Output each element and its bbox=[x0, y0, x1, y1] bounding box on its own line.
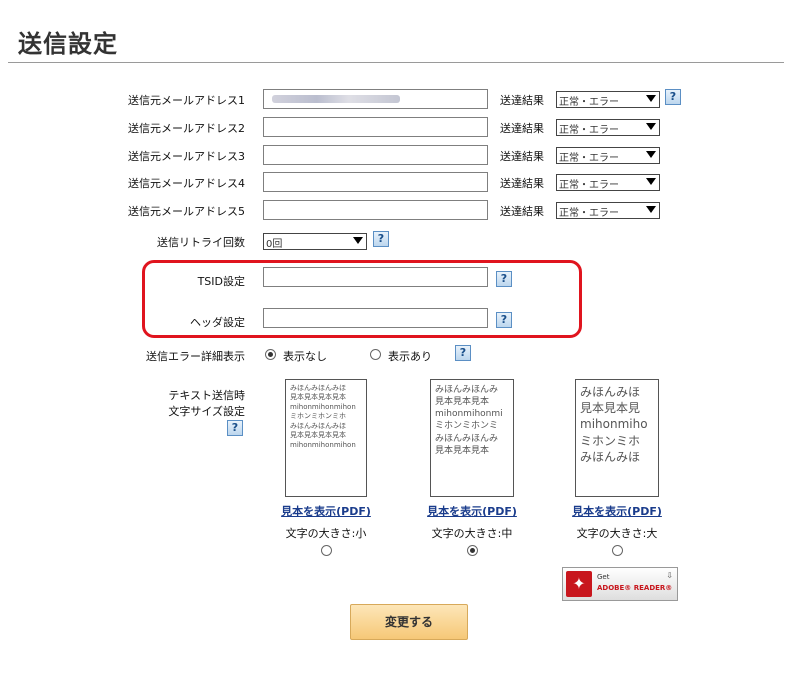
delivery-result-select[interactable]: 正常・エラー bbox=[556, 174, 660, 191]
page-title: 送信設定 bbox=[18, 30, 118, 58]
sample-text-line: mihonmihonmihon bbox=[290, 402, 356, 411]
text-size-sample-preview: みほんみほんみほ 見本見本見本見本 mihonmihonmihon ミホンミホンミホみ… bbox=[285, 379, 367, 497]
delivery-result-value: 正常・エラー bbox=[559, 97, 619, 108]
retry-select-value: 0回 bbox=[266, 239, 283, 250]
adobe-reader-text: ADOBE® READER® bbox=[597, 584, 673, 592]
sender-address-input[interactable] bbox=[263, 200, 488, 220]
text-size-radio[interactable] bbox=[321, 545, 332, 556]
help-icon[interactable]: ? bbox=[496, 312, 512, 328]
retry-select[interactable]: 0回 bbox=[263, 233, 367, 250]
sample-text-line: mihonmihonmi bbox=[435, 409, 503, 420]
delivery-result-label: 送達結果 bbox=[500, 177, 544, 190]
sender-address-input[interactable] bbox=[263, 89, 488, 109]
text-size-label-line2: 文字サイズ設定 bbox=[168, 405, 245, 418]
title-divider bbox=[8, 62, 784, 63]
delivery-result-select[interactable]: 正常・エラー bbox=[556, 91, 660, 108]
sample-text-line: 見本見本見本 bbox=[435, 397, 490, 408]
sender-address-label: 送信元メールアドレス5 bbox=[128, 205, 245, 218]
delivery-result-label: 送達結果 bbox=[500, 94, 544, 107]
adobe-get-text: Get bbox=[597, 573, 610, 581]
text-size-label-line1: テキスト送信時 bbox=[168, 389, 245, 402]
sample-text-line: みほんみほんみ bbox=[435, 385, 499, 395]
help-icon[interactable]: ? bbox=[373, 231, 389, 247]
sample-text-line: mihonmiho bbox=[580, 417, 648, 432]
header-label: ヘッダ設定 bbox=[190, 316, 245, 329]
sample-text-line: みほんみほ bbox=[580, 385, 641, 399]
header-input[interactable] bbox=[263, 308, 488, 328]
sample-text-line: ミホンミホンミ bbox=[435, 421, 499, 432]
sample-text-line: みほんみほ bbox=[580, 449, 641, 464]
error-detail-label: 送信エラー詳細表示 bbox=[146, 350, 245, 363]
show-sample-pdf-link[interactable]: 見本を表示(PDF) bbox=[266, 503, 386, 519]
delivery-result-label: 送達結果 bbox=[500, 122, 544, 135]
sender-address-input[interactable] bbox=[263, 117, 488, 137]
sample-text-line: みほんみほんみほ bbox=[290, 421, 346, 430]
redacted-value bbox=[272, 95, 400, 103]
delivery-result-select[interactable]: 正常・エラー bbox=[556, 147, 660, 164]
sender-address-label: 送信元メールアドレス3 bbox=[128, 150, 245, 163]
sample-text-line: 見本見本見本見本 bbox=[290, 393, 346, 402]
sender-address-label: 送信元メールアドレス1 bbox=[128, 94, 245, 107]
delivery-result-value: 正常・エラー bbox=[559, 208, 619, 219]
sender-address-input[interactable] bbox=[263, 145, 488, 165]
chevron-down-icon bbox=[646, 151, 656, 158]
chevron-down-icon bbox=[646, 123, 656, 130]
delivery-result-label: 送達結果 bbox=[500, 150, 544, 163]
sample-text-line: 見本見本見本 bbox=[435, 445, 490, 456]
download-arrow-icon: ⇩ bbox=[666, 571, 673, 580]
delivery-result-select[interactable]: 正常・エラー bbox=[556, 119, 660, 136]
show-sample-pdf-link[interactable]: 見本を表示(PDF) bbox=[557, 503, 677, 519]
text-size-caption: 文字の大きさ:大 bbox=[576, 527, 658, 540]
sample-text-line: 見本見本見本見本 bbox=[290, 431, 346, 440]
delivery-result-value: 正常・エラー bbox=[559, 180, 619, 191]
error-detail-option-hide: 表示なし bbox=[283, 350, 327, 363]
sender-address-input[interactable] bbox=[263, 172, 488, 192]
text-size-sample-preview: みほんみほんみ 見本見本見本 mihonmihonmi ミホンミホンミ みほんみほんみ見… bbox=[430, 379, 514, 497]
error-detail-option-show: 表示あり bbox=[388, 350, 432, 363]
chevron-down-icon bbox=[353, 237, 363, 244]
show-sample-pdf-link[interactable]: 見本を表示(PDF) bbox=[412, 503, 532, 519]
error-detail-radio-hide[interactable] bbox=[265, 349, 276, 360]
sample-text-line: ミホンミホンミホ bbox=[290, 412, 346, 421]
adobe-pdf-icon: ✦ bbox=[566, 571, 592, 597]
delivery-result-select[interactable]: 正常・エラー bbox=[556, 202, 660, 219]
adobe-reader-badge[interactable]: ✦ Get ADOBE® READER® ⇩ bbox=[562, 567, 678, 601]
error-detail-radio-show[interactable] bbox=[370, 349, 381, 360]
chevron-down-icon bbox=[646, 95, 656, 102]
chevron-down-icon bbox=[646, 206, 656, 213]
text-size-radio[interactable] bbox=[467, 545, 478, 556]
delivery-result-value: 正常・エラー bbox=[559, 125, 619, 136]
help-icon[interactable]: ? bbox=[665, 89, 681, 105]
tsid-label: TSID設定 bbox=[197, 275, 245, 288]
tsid-input[interactable] bbox=[263, 267, 488, 287]
sample-text-line: 見本見本見 bbox=[580, 401, 641, 416]
text-size-sample-preview: みほんみほ 見本見本見 mihonmiho ミホンミホ みほんみほ bbox=[575, 379, 659, 497]
submit-button[interactable]: 変更する bbox=[350, 604, 468, 640]
delivery-result-value: 正常・エラー bbox=[559, 153, 619, 164]
text-size-radio[interactable] bbox=[612, 545, 623, 556]
chevron-down-icon bbox=[646, 178, 656, 185]
sender-address-label: 送信元メールアドレス4 bbox=[128, 177, 245, 190]
sender-address-label: 送信元メールアドレス2 bbox=[128, 122, 245, 135]
help-icon[interactable]: ? bbox=[227, 420, 243, 436]
text-size-caption: 文字の大きさ:小 bbox=[285, 527, 367, 540]
sample-text-line: ミホンミホ bbox=[580, 433, 641, 448]
help-icon[interactable]: ? bbox=[455, 345, 471, 361]
retry-label: 送信リトライ回数 bbox=[157, 236, 245, 249]
delivery-result-label: 送達結果 bbox=[500, 205, 544, 218]
help-icon[interactable]: ? bbox=[496, 271, 512, 287]
sample-text-line: mihonmihonmihon bbox=[290, 440, 356, 449]
text-size-caption: 文字の大きさ:中 bbox=[431, 527, 513, 540]
sample-text-line: みほんみほんみ bbox=[435, 433, 499, 444]
